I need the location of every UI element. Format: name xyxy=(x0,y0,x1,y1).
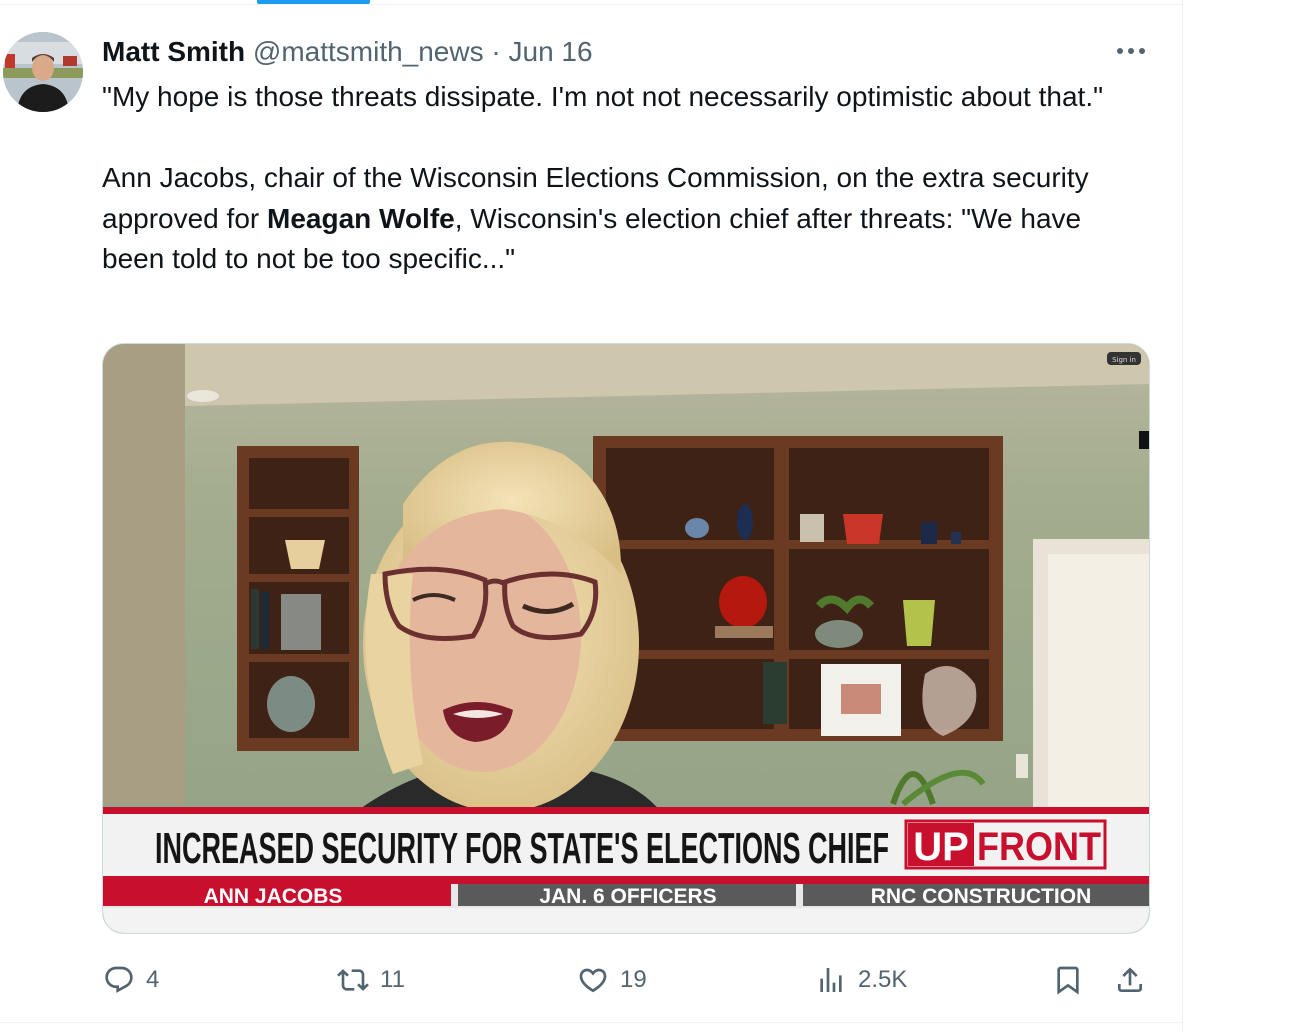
tweet-header: Matt Smith @mattsmith_news · Jun 16 xyxy=(102,34,593,70)
signin-badge: Sign in xyxy=(1112,356,1136,364)
author-handle[interactable]: @mattsmith_news xyxy=(253,36,484,67)
tweet-text: "My hope is those threats dissipate. I'm… xyxy=(102,77,1142,280)
reply-button[interactable]: 4 xyxy=(102,955,159,1005)
more-button[interactable] xyxy=(1112,36,1150,66)
ticker-item-2: JAN. 6 OFFICERS xyxy=(539,885,716,908)
headline-text: INCREASED SECURITY FOR STATE'S ELECTIONS… xyxy=(155,824,889,873)
avatar[interactable] xyxy=(3,32,83,112)
mentioned-name: Meagan Wolfe xyxy=(267,202,455,234)
like-count: 19 xyxy=(620,966,647,993)
tweet-quote: "My hope is those threats dissipate. I'm… xyxy=(102,81,1104,112)
top-divider xyxy=(0,4,1183,5)
repost-count: 11 xyxy=(380,966,405,993)
views-count: 2.5K xyxy=(858,966,908,993)
views-button[interactable]: 2.5K xyxy=(814,955,907,1005)
tweet-paragraph-2: Ann Jacobs, chair of the Wisconsin Elect… xyxy=(102,158,1142,280)
reply-count: 4 xyxy=(146,966,160,993)
bottom-divider xyxy=(0,1022,1183,1023)
repost-icon xyxy=(336,963,370,997)
tweet-actions: 4 11 19 2.5K xyxy=(0,955,1183,1005)
reply-icon xyxy=(102,963,136,997)
active-tab-indicator xyxy=(257,0,370,4)
badge-front: FRONT xyxy=(977,825,1101,869)
bookmark-icon xyxy=(1051,963,1085,997)
header-separator: · xyxy=(491,36,501,67)
share-icon xyxy=(1113,963,1147,997)
column-border xyxy=(1182,0,1183,1032)
video-media[interactable]: Sign in INCREASED SECURITY FOR STATE'S E… xyxy=(102,343,1150,934)
more-icon xyxy=(1117,48,1145,54)
bookmark-button[interactable] xyxy=(1051,955,1085,1005)
share-button[interactable] xyxy=(1113,955,1147,1005)
author-name[interactable]: Matt Smith xyxy=(102,36,245,67)
badge-up: UP xyxy=(913,825,969,869)
like-button[interactable]: 19 xyxy=(576,955,647,1005)
tweet-date[interactable]: Jun 16 xyxy=(509,36,593,67)
repost-button[interactable]: 11 xyxy=(336,955,405,1005)
ticker-item-3: RNC CONSTRUCTION xyxy=(871,885,1092,908)
like-icon xyxy=(576,963,610,997)
views-icon xyxy=(814,963,848,997)
ticker-item-1: ANN JACOBS xyxy=(204,885,343,908)
